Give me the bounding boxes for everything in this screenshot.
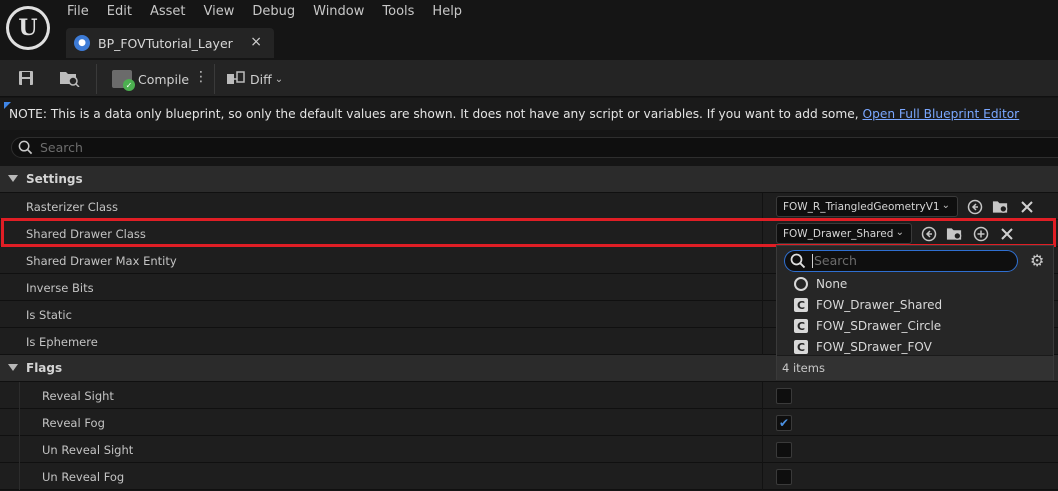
column-splitter[interactable] xyxy=(762,301,763,328)
class-icon: C xyxy=(794,340,808,354)
use-selected-icon[interactable] xyxy=(966,198,983,215)
category-label: Settings xyxy=(26,172,83,186)
column-splitter[interactable] xyxy=(762,193,763,220)
reveal-fog-checkbox[interactable]: ✔ xyxy=(776,415,792,431)
diff-icon xyxy=(227,71,245,84)
category-label: Flags xyxy=(26,361,63,375)
property-reveal-fog: Reveal Fog ✔ xyxy=(0,409,1058,436)
property-label: Reveal Fog xyxy=(42,416,105,430)
menu-file[interactable]: File xyxy=(58,0,98,24)
compile-options-icon[interactable]: ⋮ xyxy=(194,69,208,85)
property-reveal-sight: Reveal Sight xyxy=(0,382,1058,409)
column-splitter[interactable] xyxy=(762,463,763,490)
property-label: Un Reveal Fog xyxy=(42,470,125,484)
tab-bp-fovtutorial-layer[interactable]: ● BP_FOVTutorial_Layer × xyxy=(66,28,274,58)
property-un-reveal-sight: Un Reveal Sight xyxy=(0,436,1058,463)
rasterizer-class-combo[interactable]: FOW_R_TriangledGeometryV1 ⌄ xyxy=(776,196,958,217)
column-splitter[interactable] xyxy=(762,436,763,463)
reveal-sight-checkbox[interactable] xyxy=(776,388,792,404)
text-caret xyxy=(812,254,813,268)
toolbar: ✓ Compile ⋮ Diff ⌄ xyxy=(0,60,1058,97)
property-label: Shared Drawer Max Entity xyxy=(26,254,177,268)
details-search-input[interactable]: Search xyxy=(11,137,1058,158)
blueprint-icon: ● xyxy=(74,35,90,51)
menu-view[interactable]: View xyxy=(195,0,244,24)
note-message: NOTE: This is a data only blueprint, so … xyxy=(9,107,863,121)
property-label: Is Static xyxy=(26,308,72,322)
gear-icon[interactable]: ⚙ xyxy=(1030,251,1044,270)
checkmark-icon: ✔ xyxy=(778,416,790,430)
search-placeholder: Search xyxy=(814,253,857,268)
property-label: Reveal Sight xyxy=(42,389,114,403)
property-rasterizer-class: Rasterizer Class FOW_R_TriangledGeometry… xyxy=(0,193,1058,220)
expand-arrow-icon[interactable] xyxy=(8,175,18,182)
search-icon xyxy=(790,253,806,269)
property-label: Un Reveal Sight xyxy=(42,443,134,457)
class-option[interactable]: C FOW_Drawer_Shared xyxy=(777,295,1053,316)
property-label: Is Ephemere xyxy=(26,335,98,349)
dropdown-footer: 4 items xyxy=(777,355,1053,380)
option-label: FOW_Drawer_Shared xyxy=(816,298,943,312)
toolbar-divider xyxy=(214,64,215,94)
property-label: Inverse Bits xyxy=(26,281,94,295)
highlight-box xyxy=(1,218,1056,247)
column-splitter[interactable] xyxy=(762,328,763,355)
class-icon: C xyxy=(794,319,808,333)
column-splitter[interactable] xyxy=(762,247,763,274)
column-splitter[interactable] xyxy=(762,274,763,301)
search-placeholder: Search xyxy=(40,140,83,155)
category-settings[interactable]: Settings xyxy=(0,166,1058,193)
diff-label: Diff xyxy=(250,71,272,87)
compile-label: Compile xyxy=(138,71,190,87)
indent-guide xyxy=(19,409,20,436)
diff-button[interactable]: Diff ⌄ xyxy=(226,67,283,91)
chevron-down-icon: ⌄ xyxy=(274,73,284,85)
unreal-logo-icon[interactable]: U xyxy=(6,6,50,50)
title-bar: U File Edit Asset View Debug Window Tool… xyxy=(0,0,1058,60)
class-option[interactable]: C FOW_SDrawer_Circle xyxy=(777,316,1053,337)
menu-bar: File Edit Asset View Debug Window Tools … xyxy=(58,0,471,24)
menu-edit[interactable]: Edit xyxy=(98,0,141,24)
save-icon[interactable] xyxy=(15,68,37,88)
menu-debug[interactable]: Debug xyxy=(243,0,304,24)
chevron-down-icon: ⌄ xyxy=(941,200,950,211)
search-icon xyxy=(18,140,33,155)
un-reveal-fog-checkbox[interactable] xyxy=(776,469,792,485)
column-splitter[interactable] xyxy=(762,382,763,409)
class-picker-search-input[interactable]: Search xyxy=(784,250,1018,272)
browse-asset-icon[interactable] xyxy=(992,198,1009,215)
menu-help[interactable]: Help xyxy=(423,0,471,24)
property-label: Rasterizer Class xyxy=(26,200,119,214)
compile-icon: ✓ xyxy=(112,70,135,91)
class-picker-dropdown: Search ⚙ None C FOW_Drawer_Shared C FOW_… xyxy=(776,245,1054,380)
browse-folder-icon[interactable] xyxy=(58,68,80,88)
option-label: FOW_SDrawer_FOV xyxy=(816,340,932,354)
class-icon: C xyxy=(794,298,808,312)
note-text: NOTE: This is a data only blueprint, so … xyxy=(9,107,1019,121)
clear-icon[interactable] xyxy=(1018,198,1035,215)
indent-guide xyxy=(19,382,20,409)
property-un-reveal-fog: Un Reveal Fog xyxy=(0,463,1058,490)
none-icon xyxy=(794,277,808,291)
class-option-none[interactable]: None xyxy=(777,274,1053,295)
expand-arrow-icon[interactable] xyxy=(8,364,18,371)
option-label: FOW_SDrawer_Circle xyxy=(816,319,942,333)
toolbar-divider xyxy=(96,64,97,94)
column-splitter[interactable] xyxy=(762,409,763,436)
compile-button[interactable]: ✓ Compile xyxy=(112,67,189,91)
close-icon[interactable]: × xyxy=(250,34,262,50)
combo-value: FOW_R_TriangledGeometryV1 xyxy=(783,200,940,213)
tab-title: BP_FOVTutorial_Layer xyxy=(98,35,233,51)
menu-asset[interactable]: Asset xyxy=(141,0,195,24)
menu-window[interactable]: Window xyxy=(304,0,373,24)
indent-guide xyxy=(19,436,20,463)
open-full-blueprint-editor-link[interactable]: Open Full Blueprint Editor xyxy=(863,107,1020,121)
menu-tools[interactable]: Tools xyxy=(373,0,423,24)
item-count: 4 items xyxy=(782,361,825,375)
indent-guide xyxy=(19,463,20,490)
option-label: None xyxy=(816,277,848,291)
un-reveal-sight-checkbox[interactable] xyxy=(776,442,792,458)
